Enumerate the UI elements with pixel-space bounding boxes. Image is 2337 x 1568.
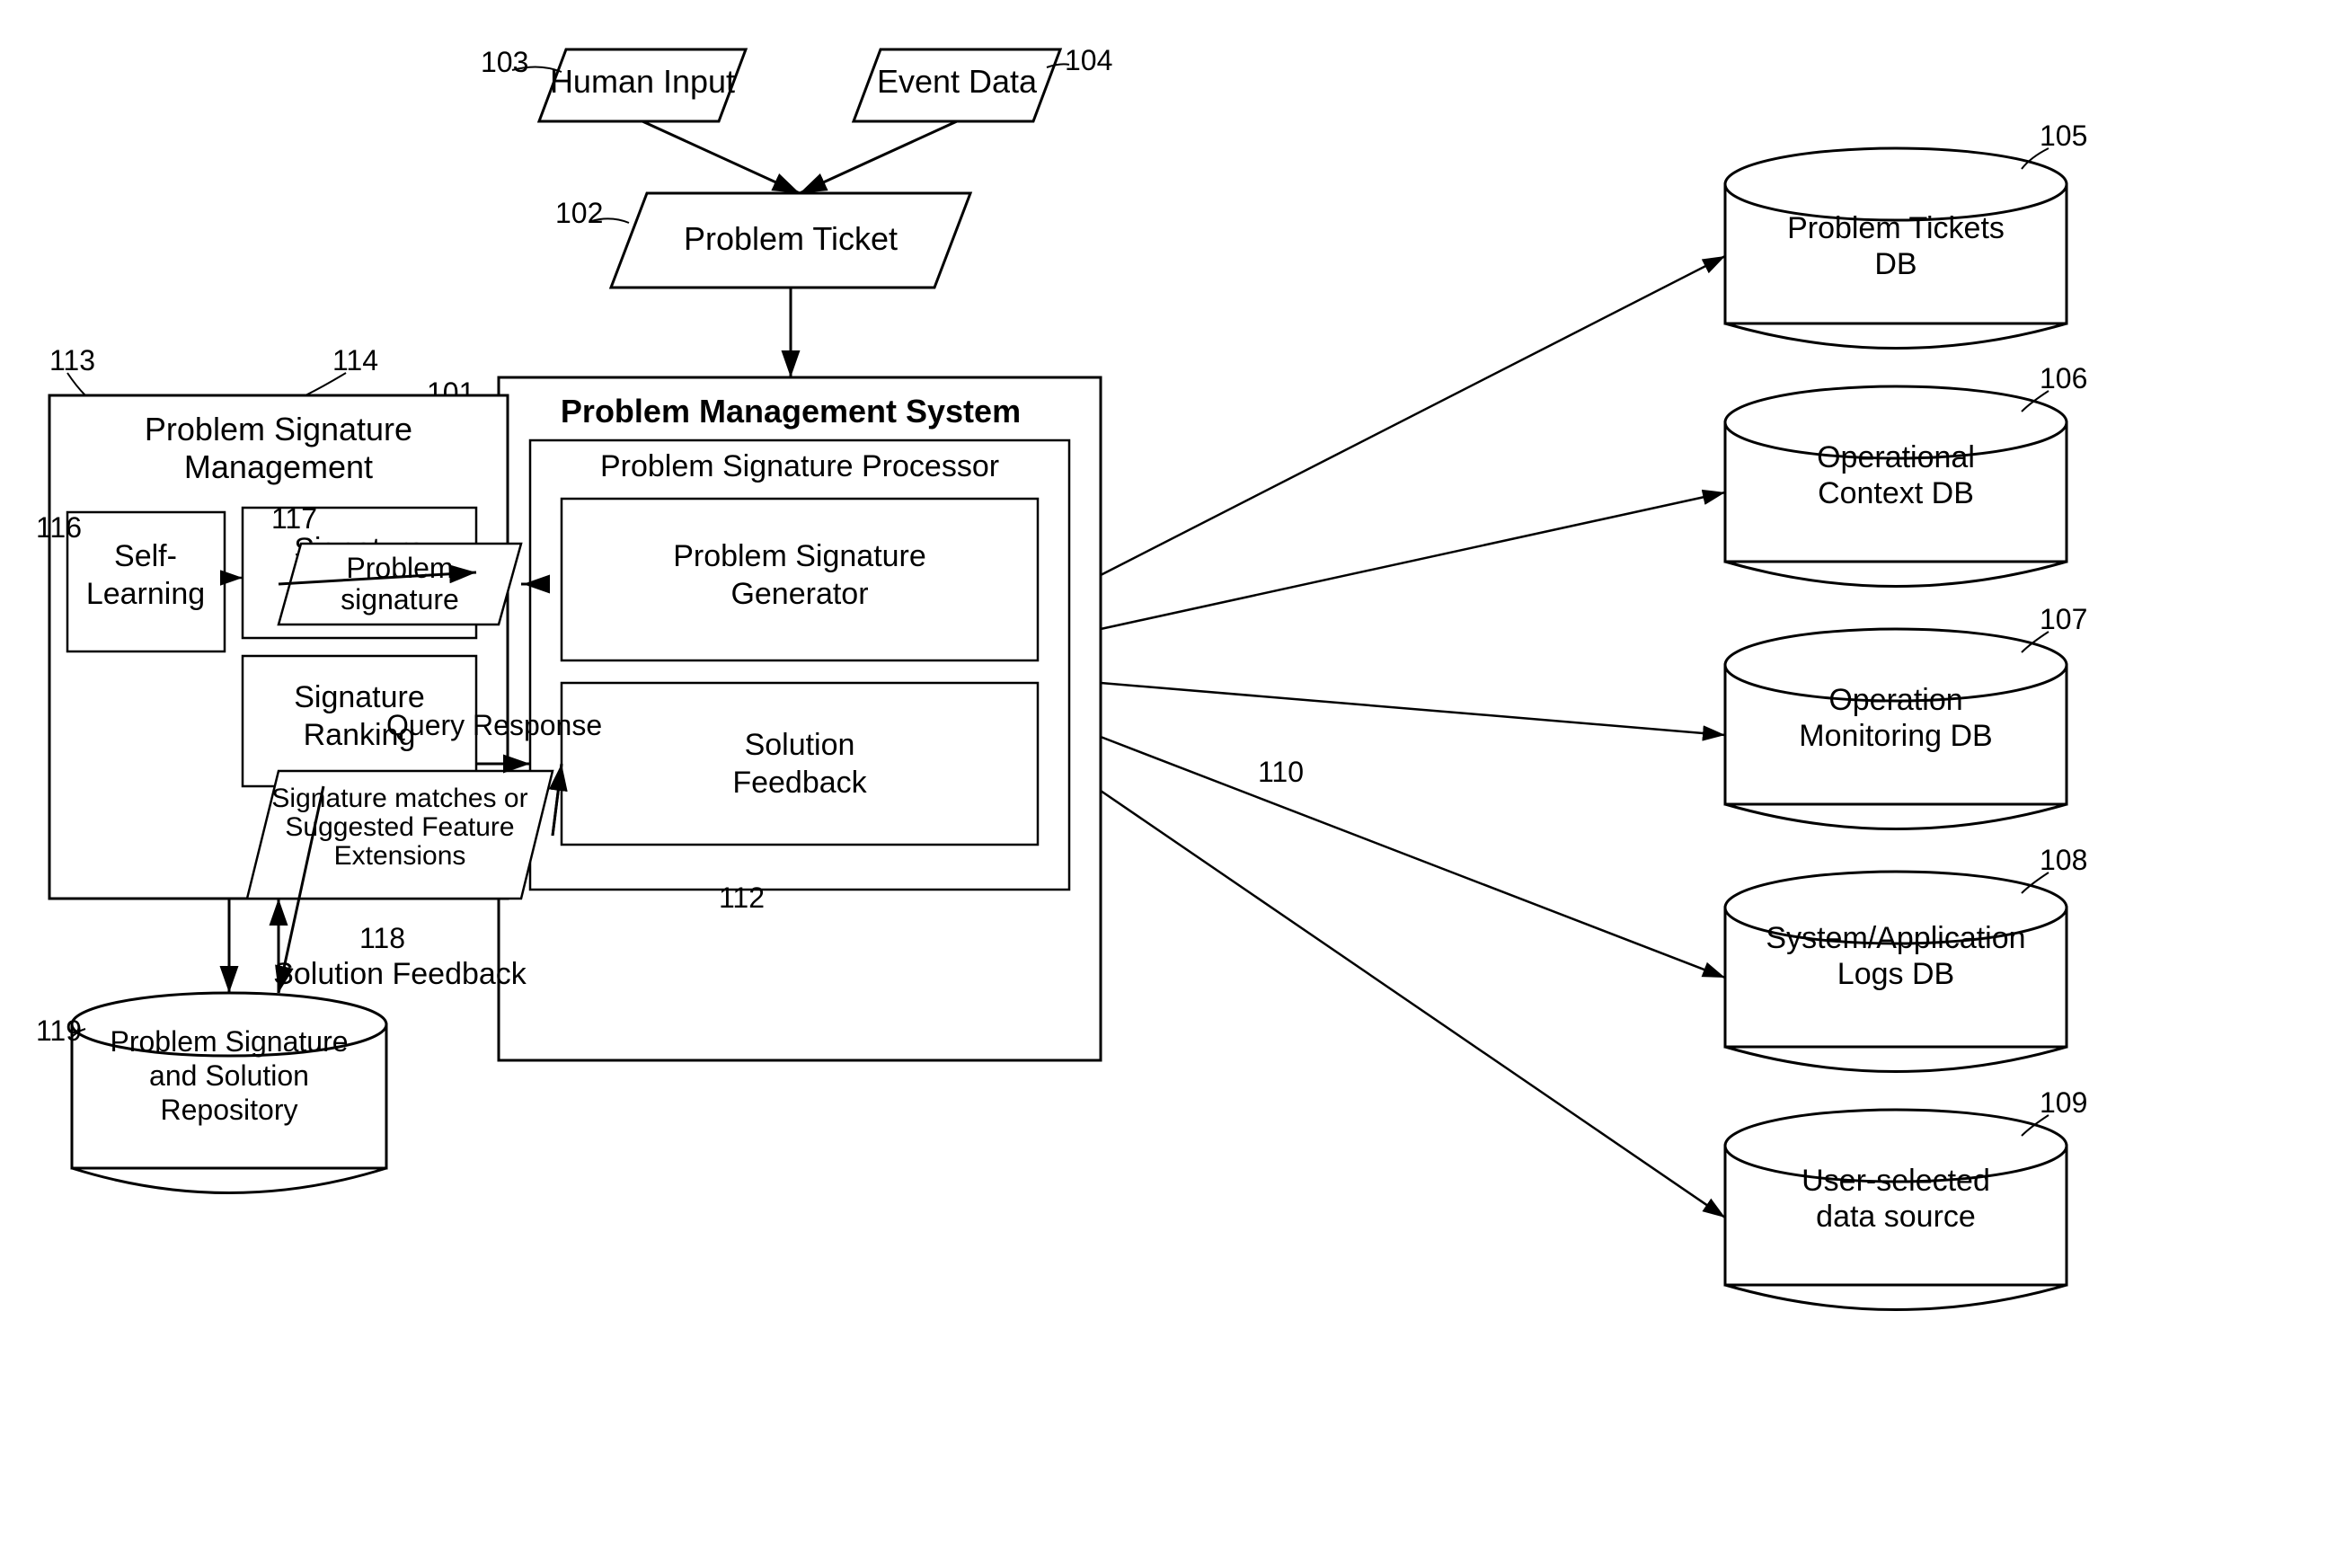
diagram: Human Input 103 Event Data 104 Problem T… xyxy=(0,0,2337,1568)
svg-text:117: 117 xyxy=(271,502,317,535)
svg-text:Self-: Self- xyxy=(114,539,177,573)
svg-text:112: 112 xyxy=(719,881,765,914)
svg-text:Signature matches or: Signature matches or xyxy=(271,784,527,813)
svg-text:Problem Signature Processor: Problem Signature Processor xyxy=(600,449,999,483)
svg-text:Problem Tickets: Problem Tickets xyxy=(1787,211,2005,245)
svg-text:DB: DB xyxy=(1874,247,1917,281)
svg-text:Feedback: Feedback xyxy=(732,766,867,800)
svg-text:Human Input: Human Input xyxy=(550,63,735,100)
svg-text:Context DB: Context DB xyxy=(1818,476,1974,510)
svg-text:107: 107 xyxy=(2040,603,2087,635)
svg-text:Solution: Solution xyxy=(745,728,855,762)
diagram-svg: Human Input 103 Event Data 104 Problem T… xyxy=(0,0,2337,1568)
svg-text:Management: Management xyxy=(184,448,373,485)
svg-text:108: 108 xyxy=(2040,844,2087,876)
svg-text:Problem Management System: Problem Management System xyxy=(561,393,1021,430)
svg-text:Problem Signature: Problem Signature xyxy=(145,411,412,447)
svg-text:Monitoring DB: Monitoring DB xyxy=(1799,719,1992,753)
svg-text:Repository: Repository xyxy=(161,1094,298,1126)
svg-text:118: 118 xyxy=(359,922,405,954)
svg-text:signature: signature xyxy=(341,583,459,616)
svg-text:Problem Signature: Problem Signature xyxy=(673,539,926,573)
svg-text:Operation: Operation xyxy=(1828,683,1962,717)
svg-text:Generator: Generator xyxy=(730,577,868,611)
svg-text:104: 104 xyxy=(1065,44,1112,76)
svg-text:Problem Ticket: Problem Ticket xyxy=(684,220,898,257)
svg-text:Operational: Operational xyxy=(1817,440,1975,474)
svg-text:106: 106 xyxy=(2040,362,2087,394)
svg-text:and Solution: and Solution xyxy=(149,1059,309,1092)
svg-text:Learning: Learning xyxy=(86,577,205,611)
svg-text:Extensions: Extensions xyxy=(334,841,466,871)
svg-text:113: 113 xyxy=(49,344,95,376)
svg-text:Logs DB: Logs DB xyxy=(1837,957,1954,991)
svg-text:103: 103 xyxy=(481,46,528,78)
svg-text:116: 116 xyxy=(36,511,82,544)
svg-text:102: 102 xyxy=(555,197,603,229)
svg-text:Problem Signature: Problem Signature xyxy=(110,1025,348,1058)
svg-text:data source: data source xyxy=(1816,1200,1976,1234)
svg-text:Suggested Feature: Suggested Feature xyxy=(285,812,514,842)
svg-text:User-selected: User-selected xyxy=(1801,1164,1990,1198)
svg-text:110: 110 xyxy=(1258,756,1304,788)
svg-text:System/Application: System/Application xyxy=(1766,921,2025,955)
svg-text:105: 105 xyxy=(2040,120,2087,152)
svg-text:Query Response: Query Response xyxy=(386,709,602,741)
svg-text:109: 109 xyxy=(2040,1086,2087,1119)
svg-text:Event Data: Event Data xyxy=(877,63,1038,100)
svg-text:114: 114 xyxy=(332,344,378,376)
svg-text:Solution Feedback: Solution Feedback xyxy=(273,957,527,991)
svg-text:119: 119 xyxy=(36,1014,82,1047)
